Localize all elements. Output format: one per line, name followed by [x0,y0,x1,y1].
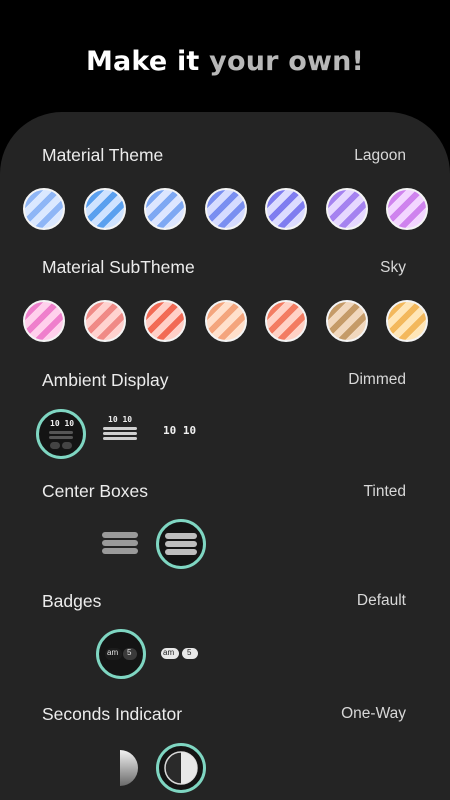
badge-number-pill: 5 [123,648,137,660]
headline-accent: your own! [209,46,365,77]
badge-am-pill: am [161,648,179,659]
ambient-display-label: Ambient Display [42,370,169,390]
material-subtheme-swatch-6[interactable] [325,300,368,342]
half-circle-gradient-icon [120,750,138,786]
headline-primary: Make it [85,46,210,77]
center-boxes-option-plain[interactable] [102,532,138,556]
material-theme-swatch-7[interactable] [386,188,428,230]
badge-am-text: am [107,648,119,657]
badges-option-light[interactable]: am 5 [161,648,201,660]
center-boxes-option-tinted[interactable] [156,519,206,569]
badge-number-text: 5 [127,648,132,657]
material-subtheme-swatch-1[interactable] [23,300,65,342]
material-subtheme-value[interactable]: Sky [380,259,406,277]
page-headline: Make it your own! [0,46,450,77]
material-subtheme-label: Material SubTheme [42,257,195,277]
ambient-dimmed-time: 10 10 [50,419,75,428]
center-box-bar [102,532,138,538]
material-subtheme-swatch-7[interactable] [386,300,428,342]
badges-label: Badges [42,591,102,611]
badge-number-text: 5 [187,648,192,657]
ambient-display-value[interactable]: Dimmed [348,371,406,389]
seconds-indicator-value[interactable]: One-Way [341,705,406,723]
center-box-bar [165,541,197,547]
material-theme-swatch-2[interactable] [83,188,126,230]
material-theme-swatch-4[interactable] [204,188,247,230]
ambient-option-dimmed[interactable]: 10 10 [36,409,86,459]
ambient-full-bar-2 [103,432,137,435]
badge-am-pill: am [105,648,122,660]
ambient-full-bar-1 [103,427,137,430]
material-theme-label: Material Theme [42,145,164,165]
ambient-option-minimal[interactable]: 10 10 [160,424,204,442]
material-theme-swatch-3[interactable] [144,188,186,230]
seconds-option-one-way[interactable] [156,743,206,793]
seconds-indicator-label: Seconds Indicator [42,704,183,724]
material-subtheme-swatch-5[interactable] [265,300,307,342]
material-subtheme-swatch-3[interactable] [144,300,186,342]
center-boxes-value[interactable]: Tinted [363,483,406,501]
material-theme-swatch-1[interactable] [23,188,65,230]
material-subtheme-swatch-2[interactable] [83,300,126,342]
badges-value[interactable]: Default [357,592,406,610]
badge-number-pill: 5 [182,648,198,659]
material-theme-swatch-6[interactable] [325,188,368,230]
half-filled-circle-icon [164,751,198,785]
material-theme-swatch-5[interactable] [265,188,307,230]
center-boxes-label: Center Boxes [42,481,149,501]
badge-am-text: am [163,648,175,657]
ambient-minimal-time: 10 10 [163,424,197,437]
badges-option-default[interactable]: am 5 [96,629,146,679]
material-subtheme-swatch-4[interactable] [204,300,247,342]
center-box-bar [165,533,197,539]
center-box-bar [165,549,197,555]
center-box-bar [102,540,138,546]
ambient-full-bar-3 [103,437,137,440]
ambient-full-time: 10 10 [108,415,133,424]
center-box-bar [102,548,138,554]
seconds-option-sweep[interactable] [118,748,140,788]
ambient-option-full[interactable]: 10 10 [100,414,140,442]
material-theme-value[interactable]: Lagoon [354,147,406,165]
